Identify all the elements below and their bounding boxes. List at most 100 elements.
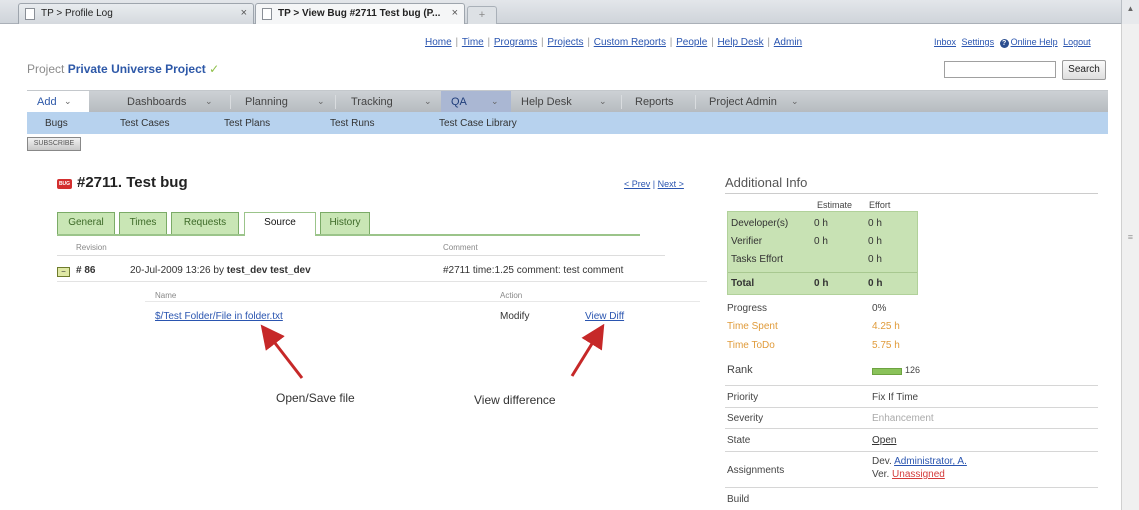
main-menu: Add ⌄ Dashboards ⌄ Planning ⌄ Tracking ⌄… xyxy=(27,90,1108,113)
project-name-link[interactable]: Private Universe Project xyxy=(68,62,206,76)
browser-tab-profile-log[interactable]: TP > Profile Log × xyxy=(18,3,254,24)
submenu-test-cases[interactable]: Test Cases xyxy=(120,118,169,129)
menu-separator xyxy=(335,95,336,109)
qa-submenu: Bugs Test Cases Test Plans Test Runs Tes… xyxy=(27,112,1108,134)
top-link-programs[interactable]: Programs xyxy=(494,37,537,48)
menu-separator xyxy=(230,95,231,109)
user-links: Inbox Settings ? Online Help Logout xyxy=(934,37,1094,48)
divider xyxy=(728,272,917,273)
revision-user: test_dev test_dev xyxy=(226,265,311,276)
submenu-bugs[interactable]: Bugs xyxy=(45,118,68,129)
settings-link[interactable]: Settings xyxy=(962,37,995,47)
collapse-icon[interactable]: − xyxy=(57,267,70,277)
menu-help-desk[interactable]: Help Desk ⌄ xyxy=(511,91,619,113)
bug-icon: BUG xyxy=(57,179,72,189)
time-spent-label: Time Spent xyxy=(727,321,778,332)
annotation-view-difference: View difference xyxy=(474,393,556,407)
assignments-label: Assignments xyxy=(727,465,785,476)
project-prefix: Project xyxy=(27,62,65,76)
ver-assignee-link[interactable]: Unassigned xyxy=(892,469,945,480)
state-link[interactable]: Open xyxy=(872,435,896,446)
menu-project-admin[interactable]: Project Admin ⌄ xyxy=(699,91,809,113)
menu-dashboards[interactable]: Dashboards ⌄ xyxy=(117,91,227,113)
close-icon[interactable]: × xyxy=(452,7,458,19)
prev-next-nav: < Prev | Next > xyxy=(624,179,684,189)
online-help-link[interactable]: Online Help xyxy=(1011,37,1058,47)
chevron-down-icon: ⌄ xyxy=(317,96,325,106)
dev-assignee-link[interactable]: Administrator, A. xyxy=(894,456,967,467)
time-todo-value: 5.75 h xyxy=(872,340,900,351)
project-header: Project Private Universe Project ✓ xyxy=(27,62,219,76)
browser-tab-view-bug[interactable]: TP > View Bug #2711 Test bug (P... × xyxy=(255,3,465,24)
menu-qa[interactable]: QA ⌄ xyxy=(441,91,511,113)
priority-value: Fix If Time xyxy=(872,392,919,403)
next-link[interactable]: Next > xyxy=(658,179,684,189)
rank-label: Rank xyxy=(727,364,753,376)
arrow-to-view-diff-icon xyxy=(570,323,605,377)
page-icon xyxy=(262,8,272,20)
prev-link[interactable]: < Prev xyxy=(624,179,650,189)
tab-source[interactable]: Source xyxy=(244,212,316,236)
top-link-time[interactable]: Time xyxy=(462,37,484,48)
menu-add[interactable]: Add ⌄ xyxy=(27,91,89,113)
inbox-link[interactable]: Inbox xyxy=(934,37,956,47)
column-header-revision: Revision xyxy=(76,243,107,252)
submenu-test-plans[interactable]: Test Plans xyxy=(224,118,270,129)
bug-tabs: General Times Requests Source History xyxy=(57,212,640,236)
top-link-projects[interactable]: Projects xyxy=(547,37,583,48)
tab-history[interactable]: History xyxy=(320,212,370,234)
check-icon: ✓ xyxy=(209,62,220,76)
ver-assignment: Ver. Unassigned xyxy=(872,469,945,480)
scroll-up-icon[interactable]: ▲ xyxy=(1121,0,1139,24)
annotation-open-save: Open/Save file xyxy=(276,391,355,405)
divider xyxy=(725,428,1098,429)
top-link-custom-reports[interactable]: Custom Reports xyxy=(594,37,666,48)
rank-bar xyxy=(872,368,902,375)
top-link-home[interactable]: Home xyxy=(425,37,452,48)
annotation-arrows xyxy=(260,323,605,379)
submenu-test-case-library[interactable]: Test Case Library xyxy=(439,118,517,129)
divider xyxy=(145,301,700,302)
divider xyxy=(57,255,665,256)
top-link-help-desk[interactable]: Help Desk xyxy=(717,37,763,48)
revision-number: # 86 xyxy=(76,265,96,276)
subscribe-button[interactable]: SUBSCRIBE xyxy=(27,137,81,151)
effort-header: Effort xyxy=(869,200,891,210)
table-row: Tasks Effort 0 h xyxy=(731,254,882,265)
search-button[interactable]: Search xyxy=(1062,60,1106,80)
estimate-header: Estimate xyxy=(817,200,853,210)
tab-requests[interactable]: Requests xyxy=(171,212,239,234)
top-nav-links: Home | Time | Programs | Projects | Cust… xyxy=(425,37,803,48)
time-todo-label: Time ToDo xyxy=(727,340,775,351)
chevron-down-icon: ⌄ xyxy=(599,96,607,106)
bug-title: #2711. Test bug xyxy=(77,174,188,191)
submenu-test-runs[interactable]: Test Runs xyxy=(330,118,374,129)
menu-planning[interactable]: Planning ⌄ xyxy=(235,91,335,113)
close-icon[interactable]: × xyxy=(241,7,247,19)
column-header-name: Name xyxy=(155,291,177,300)
arrow-to-file-icon xyxy=(260,324,304,379)
revision-date: 20-Jul-2009 13:26 by test_dev test_dev xyxy=(130,265,311,276)
top-link-admin[interactable]: Admin xyxy=(774,37,802,48)
progress-value: 0% xyxy=(872,303,887,314)
table-row: Verifier 0 h 0 h xyxy=(731,236,882,247)
scroll-grip-icon: ≡ xyxy=(1127,232,1133,242)
search-input[interactable] xyxy=(944,61,1056,78)
table-row-total: Total 0 h 0 h xyxy=(731,278,883,289)
rank-value: 126 xyxy=(905,365,921,375)
tab-general[interactable]: General xyxy=(57,212,115,234)
tab-times[interactable]: Times xyxy=(119,212,167,234)
menu-reports[interactable]: Reports xyxy=(625,91,693,113)
vertical-scrollbar[interactable]: ≡ xyxy=(1121,24,1139,510)
chevron-down-icon: ⌄ xyxy=(424,96,432,106)
top-link-people[interactable]: People xyxy=(676,37,707,48)
new-tab-button[interactable]: + xyxy=(467,6,497,24)
divider xyxy=(57,281,707,282)
menu-tracking[interactable]: Tracking ⌄ xyxy=(341,91,441,113)
chevron-down-icon: ⌄ xyxy=(205,96,213,106)
divider xyxy=(725,385,1098,386)
additional-info-title: Additional Info xyxy=(725,175,808,190)
time-spent-value: 4.25 h xyxy=(872,321,900,332)
divider xyxy=(725,451,1098,452)
logout-link[interactable]: Logout xyxy=(1063,37,1091,47)
